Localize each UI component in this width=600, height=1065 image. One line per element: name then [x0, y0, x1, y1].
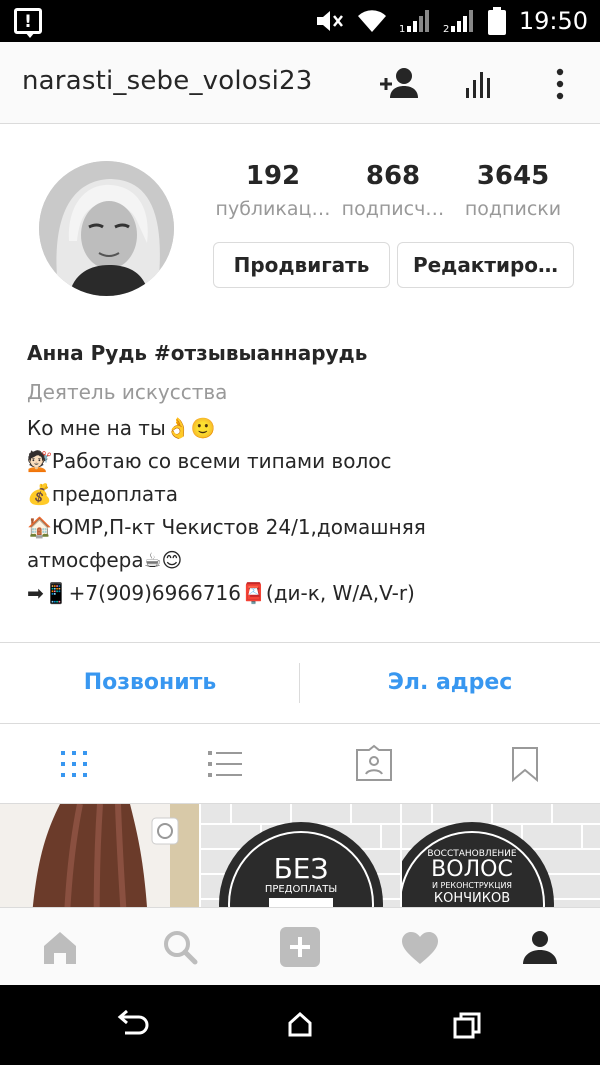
bio-line: 💇🏻Работаю со всеми типами волос — [27, 449, 392, 473]
bio-line: 💰предоплата — [27, 482, 179, 506]
bio-line: 🏠ЮМР,П-кт Чекистов 24/1,домашняя — [27, 515, 426, 539]
stat-posts-label: публикац… — [215, 198, 331, 220]
list-icon — [208, 751, 242, 777]
call-button[interactable]: Позвонить — [0, 643, 300, 723]
stat-followers[interactable]: 868 подписч… — [330, 158, 456, 224]
stat-following[interactable]: 3645 подписки — [450, 158, 576, 224]
home-icon — [44, 932, 76, 964]
bio-line: ➡📱+7(909)6966716📮(ди-к, W/A,V-r) — [27, 581, 415, 605]
insights-icon[interactable] — [460, 64, 504, 104]
stat-followers-count: 868 — [365, 161, 421, 191]
profile-username: narasti_sebe_volosi23 — [22, 66, 313, 96]
stat-followers-label: подписч… — [341, 198, 445, 220]
home-button-icon[interactable] — [270, 1005, 330, 1045]
status-time: 19:50 — [518, 7, 588, 35]
svg-text:2: 2 — [443, 24, 449, 34]
signal-sim1-icon: 1 — [399, 10, 429, 34]
tile-text-big: БЕЗ — [274, 852, 329, 885]
system-nav-bar — [0, 985, 600, 1065]
post-thumbnail[interactable]: ВОССТАНОВЛЕНИЕ ВОЛОС И РЕКОНСТРУКЦИЯ КОН… — [402, 804, 600, 908]
contact-bar: Позвонить Эл. адрес — [0, 642, 600, 724]
tile-text-line3: И РЕКОНСТРУКЦИЯ — [432, 881, 512, 890]
stat-posts[interactable]: 192 публикац… — [210, 158, 336, 224]
stat-following-count: 3645 — [476, 161, 550, 191]
profile-tabs — [0, 724, 600, 804]
notification-warning-icon: ! — [14, 8, 42, 38]
profile-stats: 192 публикац… 868 подписч… 3645 подписки — [210, 158, 580, 230]
profile-full-name: Анна Рудь #отзывыаннарудь — [27, 341, 368, 365]
heart-icon — [402, 932, 438, 964]
recents-icon[interactable] — [437, 1005, 497, 1045]
post-thumbnail[interactable] — [0, 804, 199, 908]
add-person-icon[interactable] — [378, 64, 422, 104]
mute-icon — [316, 11, 343, 31]
profile-icon — [523, 931, 557, 964]
profile-category: Деятель искусства — [27, 380, 228, 404]
profile-header: narasti_sebe_volosi23 — [0, 42, 600, 124]
wifi-icon — [357, 10, 386, 32]
back-icon[interactable] — [103, 1005, 163, 1045]
nav-home[interactable] — [0, 908, 120, 986]
profile-avatar[interactable] — [39, 161, 174, 296]
status-icons: 1 2 19:50 — [315, 0, 588, 42]
bio-line: Ко мне на ты👌🙂 — [27, 416, 216, 440]
signal-sim2-icon: 2 — [443, 10, 473, 34]
more-vertical-icon[interactable] — [538, 64, 582, 104]
battery-icon — [487, 7, 506, 35]
status-bar: ! 1 2 19:50 — [0, 0, 600, 42]
promote-button[interactable]: Продвигать — [213, 242, 390, 288]
tile-text-line4: КОНЧИКОВ — [434, 891, 510, 906]
tagged-icon — [356, 744, 392, 781]
bookmark-icon — [512, 747, 538, 783]
add-post-icon — [280, 927, 320, 967]
post-thumbnail[interactable]: БЕЗ ПРЕДОПЛАТЫ — [201, 804, 400, 908]
nav-profile[interactable] — [480, 908, 600, 986]
profile-bio: Анна Рудь #отзывыаннарудь Деятель искусс… — [27, 336, 587, 610]
tile-text-line2: ВОЛОС — [431, 857, 513, 882]
tile-text-small: ПРЕДОПЛАТЫ — [265, 884, 337, 895]
tab-list[interactable] — [150, 724, 300, 804]
post-grid: БЕЗ ПРЕДОПЛАТЫ ВОССТАНОВЛЕНИЕ ВОЛОС И РЕ… — [0, 804, 600, 908]
svg-text:1: 1 — [399, 24, 405, 34]
nav-activity[interactable] — [360, 908, 480, 986]
email-button[interactable]: Эл. адрес — [300, 643, 600, 723]
edit-profile-button[interactable]: Редактиро… — [397, 242, 574, 288]
tab-grid[interactable] — [0, 724, 150, 804]
bio-line: атмосфера☕😊 — [27, 548, 183, 572]
grid-icon — [61, 751, 87, 777]
nav-search[interactable] — [120, 908, 240, 986]
tab-tagged[interactable] — [300, 724, 450, 804]
bottom-nav — [0, 907, 600, 985]
search-icon — [164, 931, 198, 965]
stat-posts-count: 192 — [245, 161, 301, 191]
stat-following-label: подписки — [464, 198, 562, 220]
tab-saved[interactable] — [450, 724, 600, 804]
nav-add-post[interactable] — [240, 908, 360, 986]
